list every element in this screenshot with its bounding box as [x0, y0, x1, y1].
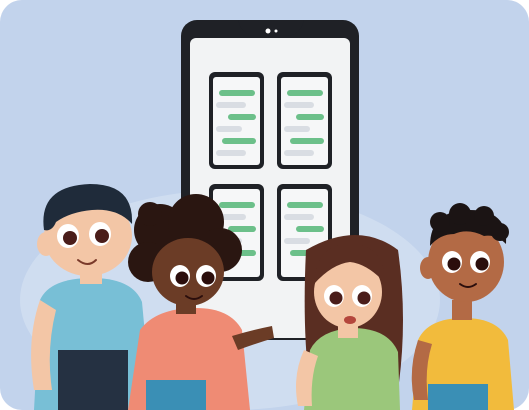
sensor-icon — [274, 29, 278, 33]
kid-girl-long-hair — [296, 235, 403, 410]
chat-bubble — [287, 90, 323, 96]
chat-bubble — [287, 202, 323, 208]
chat-bubble — [296, 114, 324, 120]
chat-bubble — [296, 226, 324, 232]
chat-bubble — [284, 102, 314, 108]
chat-bubble — [216, 150, 246, 156]
chat-bubble — [284, 238, 310, 244]
camera-icon — [265, 28, 271, 34]
chat-bubble — [228, 226, 256, 232]
chat-bubble — [228, 114, 256, 120]
mini-phone-top-right — [277, 72, 332, 169]
chat-bubble — [216, 126, 242, 132]
phone-notch — [238, 20, 304, 36]
chat-bubble — [219, 202, 255, 208]
kids-smartphone-illustration — [0, 0, 529, 410]
chat-bubble — [290, 138, 324, 144]
chat-bubble — [222, 138, 256, 144]
chat-bubble — [284, 126, 310, 132]
illustration-frame — [0, 0, 529, 410]
chat-bubble — [284, 214, 314, 220]
chat-bubble — [219, 90, 255, 96]
mini-phone-top-left — [209, 72, 264, 169]
chat-bubble — [284, 150, 314, 156]
chat-bubble — [216, 102, 246, 108]
